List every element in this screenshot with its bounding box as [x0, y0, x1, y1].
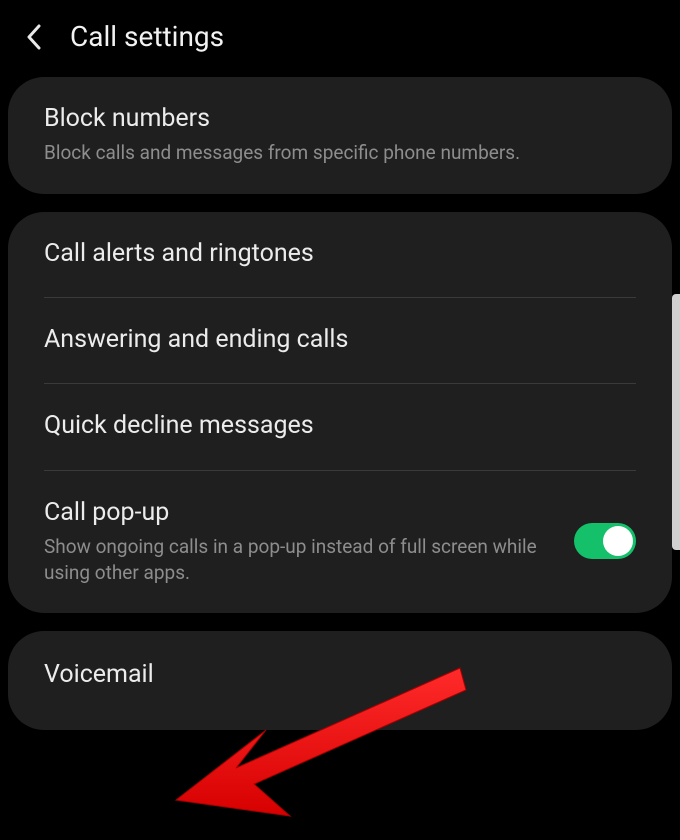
page-title: Call settings [70, 20, 224, 53]
answering-content: Answering and ending calls [44, 324, 636, 355]
call-popup-subtitle: Show ongoing calls in a pop-up instead o… [44, 534, 556, 585]
voicemail-row[interactable]: Voicemail [8, 631, 672, 730]
call-popup-toggle[interactable] [574, 523, 636, 559]
block-numbers-row[interactable]: Block numbers Block calls and messages f… [8, 77, 672, 194]
block-numbers-subtitle: Block calls and messages from specific p… [44, 140, 636, 166]
call-popup-row[interactable]: Call pop-up Show ongoing calls in a pop-… [8, 471, 672, 614]
scrollbar-thumb[interactable] [672, 294, 680, 550]
call-alerts-title: Call alerts and ringtones [44, 238, 636, 269]
block-numbers-content: Block numbers Block calls and messages f… [44, 103, 636, 166]
decline-messages-title: Quick decline messages [44, 410, 636, 441]
decline-messages-content: Quick decline messages [44, 410, 636, 441]
call-popup-title: Call pop-up [44, 497, 556, 528]
decline-messages-row[interactable]: Quick decline messages [8, 384, 672, 469]
voicemail-title: Voicemail [44, 659, 636, 690]
voicemail-content: Voicemail [44, 659, 636, 690]
call-alerts-row[interactable]: Call alerts and ringtones [8, 212, 672, 297]
call-alerts-content: Call alerts and ringtones [44, 238, 636, 269]
block-numbers-title: Block numbers [44, 103, 636, 134]
call-popup-content: Call pop-up Show ongoing calls in a pop-… [44, 497, 556, 586]
voicemail-card: Voicemail [8, 631, 672, 730]
answering-title: Answering and ending calls [44, 324, 636, 355]
call-options-card: Call alerts and ringtones Answering and … [8, 212, 672, 613]
back-button[interactable] [24, 23, 44, 51]
toggle-thumb [603, 526, 633, 556]
page-header: Call settings [0, 0, 680, 77]
block-numbers-card: Block numbers Block calls and messages f… [8, 77, 672, 194]
answering-row[interactable]: Answering and ending calls [8, 298, 672, 383]
chevron-left-icon [26, 24, 42, 50]
